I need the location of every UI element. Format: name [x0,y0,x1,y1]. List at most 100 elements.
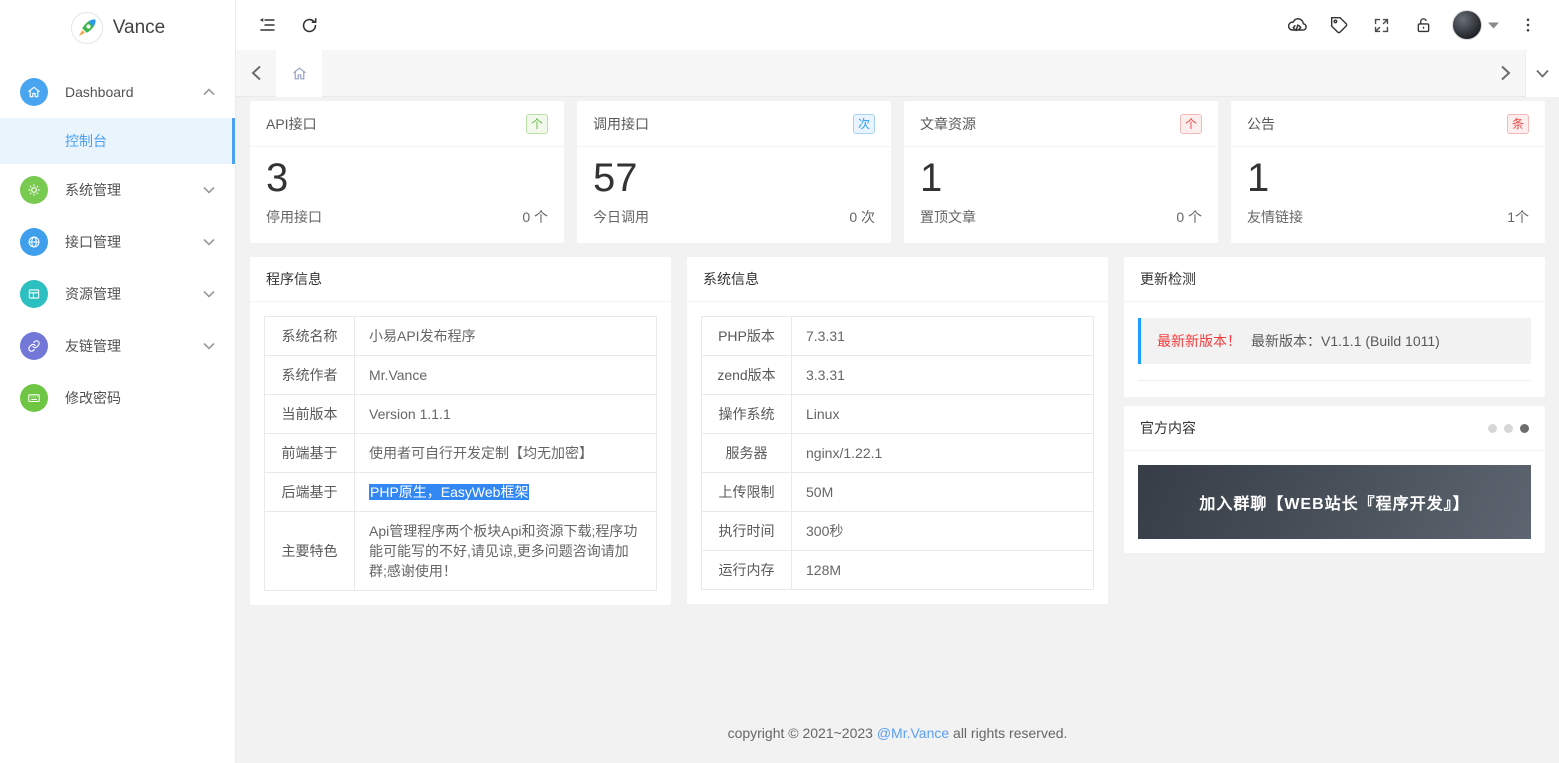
alert-highlight: 最新新版本！ [1157,333,1241,349]
stat-foot-value: 0 个 [522,209,548,225]
sidebar: Vance Dashboard 控制台 系统管理 接口管理 资源管理 友链管理 … [0,0,236,763]
table-row: 上传限制 50M [701,472,1094,512]
caret-down-icon [1488,22,1499,28]
main-area: API接口 个 3 停用接口 0 个 调用接口 次 57 今日调用 0 次 文章… [236,0,1559,763]
unit-badge: 条 [1506,113,1529,134]
fullscreen-icon[interactable] [1360,0,1402,50]
card-title: 系统信息 [687,257,1108,302]
unit-badge: 个 [525,113,548,134]
table-row: 运行内存 128M [701,550,1094,590]
carousel-dot-active[interactable] [1520,423,1529,433]
stat-card-articles: 文章资源 个 1 置顶文章 0 个 [904,101,1218,243]
sidebar-item-label: Dashboard [65,84,134,100]
card-title: 程序信息 [250,257,671,302]
system-info-table: PHP版本 7.3.31 zend版本 3.3.31 操作系统 Linux 服务器 ng… [701,316,1094,590]
carousel-dots [1488,423,1529,433]
table-row: PHP版本 7.3.31 [701,316,1094,356]
tabs-scroll-right-button[interactable] [1485,50,1525,97]
author-link[interactable]: @Mr.Vance [877,725,949,741]
app-logo[interactable]: Vance [0,0,235,56]
card-title: 官方内容 [1140,420,1196,436]
globe-icon [20,228,48,256]
stat-foot-label: 今日调用 [593,209,649,225]
table-row: 服务器 nginx/1.22.1 [701,433,1094,473]
chevron-up-icon [203,88,215,96]
promo-banner[interactable]: 加入群聊【WEB站长『程序开发』】 [1138,465,1531,539]
carousel-dot[interactable] [1488,423,1497,433]
tabs-scroll-left-button[interactable] [236,50,276,97]
sidebar-item-change-password[interactable]: 修改密码 [0,372,235,424]
table-row: 系统作者 Mr.Vance [264,355,657,395]
copyright-text: all rights reserved. [949,725,1068,741]
sidebar-item-label: 接口管理 [65,234,121,250]
sidebar-item-resource-management[interactable]: 资源管理 [0,268,235,320]
sidebar-item-dashboard[interactable]: Dashboard [0,66,235,118]
user-menu[interactable] [1444,10,1507,40]
more-vertical-icon[interactable] [1507,0,1549,50]
sidebar-nav: Dashboard 控制台 系统管理 接口管理 资源管理 友链管理 修改密码 [0,56,235,424]
info-cards-row: 程序信息 系统名称 小易API发布程序 系统作者 Mr.Vance 当前版本 Vers… [250,257,1545,605]
tab-bar [236,49,1559,97]
gear-icon [20,176,48,204]
stat-cards-row: API接口 个 3 停用接口 0 个 调用接口 次 57 今日调用 0 次 文章… [250,101,1545,243]
divider [1138,380,1531,381]
tabs-menu-button[interactable] [1525,49,1559,97]
tag-icon[interactable] [1318,0,1360,50]
right-column: 更新检测 最新新版本！ 最新版本：V1.1.1 (Build 1011) 官方内… [1124,257,1545,553]
stat-card-announcements: 公告 条 1 友情链接 1个 [1231,101,1545,243]
stat-title: 文章资源 [920,115,976,132]
app-title: Vance [112,17,166,38]
sidebar-item-friend-links[interactable]: 友链管理 [0,320,235,372]
sidebar-item-label: 系统管理 [65,182,121,198]
update-check-card: 更新检测 最新新版本！ 最新版本：V1.1.1 (Build 1011) [1124,257,1545,397]
table-row: zend版本 3.3.31 [701,355,1094,395]
program-info-card: 程序信息 系统名称 小易API发布程序 系统作者 Mr.Vance 当前版本 Vers… [250,257,671,605]
sidebar-item-system-management[interactable]: 系统管理 [0,164,235,216]
home-icon [20,78,48,106]
table-row: 主要特色 Api管理程序两个板块Api和资源下载;程序功能可能写的不好,请见谅,更… [264,511,657,591]
system-info-card: 系统信息 PHP版本 7.3.31 zend版本 3.3.31 操作系统 Linux … [687,257,1108,604]
table-row: 操作系统 Linux [701,394,1094,434]
copyright-footer: copyright © 2021~2023 @Mr.Vance all righ… [250,709,1545,763]
stat-foot-label: 置顶文章 [920,209,976,225]
collapse-sidebar-icon[interactable] [246,0,288,50]
stat-value: 57 [593,156,638,200]
sidebar-item-api-management[interactable]: 接口管理 [0,216,235,268]
copyright-text: copyright © 2021~2023 [727,725,877,741]
stat-foot-value: 1个 [1507,209,1529,225]
sidebar-subitem-label: 控制台 [65,133,107,149]
table-row: 前端基于 使用者可自行开发定制【均无加密】 [264,433,657,473]
stat-value: 1 [920,156,943,200]
cloud-code-icon[interactable] [1276,0,1318,50]
unit-badge: 个 [1179,113,1202,134]
table-row: 系统名称 小易API发布程序 [264,316,657,356]
sidebar-item-label: 友链管理 [65,338,121,354]
rocket-icon [70,11,104,45]
top-header [236,0,1559,50]
alert-text: 最新版本：V1.1.1 (Build 1011) [1251,333,1440,349]
program-info-table: 系统名称 小易API发布程序 系统作者 Mr.Vance 当前版本 Version 1… [264,316,657,591]
stat-foot-label: 友情链接 [1247,209,1303,225]
carousel-dot[interactable] [1504,423,1513,433]
stat-card-api: API接口 个 3 停用接口 0 个 [250,101,564,243]
avatar [1452,10,1482,40]
chevron-down-icon [203,186,215,194]
card-title: 更新检测 [1124,257,1545,302]
stat-title: API接口 [266,115,317,132]
refresh-icon[interactable] [288,0,330,50]
stat-foot-label: 停用接口 [266,209,322,225]
sidebar-item-label: 资源管理 [65,286,121,302]
stat-title: 调用接口 [593,115,649,132]
table-row: 后端基于 PHP原生，EasyWeb框架 [264,472,657,512]
table-row: 当前版本 Version 1.1.1 [264,394,657,434]
lock-icon[interactable] [1402,0,1444,50]
page-content: API接口 个 3 停用接口 0 个 调用接口 次 57 今日调用 0 次 文章… [236,97,1559,763]
chevron-down-icon [1536,69,1549,78]
stat-value: 1 [1247,156,1270,200]
chevron-down-icon [203,238,215,246]
tab-home[interactable] [276,49,322,97]
sidebar-subitem-console[interactable]: 控制台 [0,118,235,164]
table-icon [20,280,48,308]
official-content-card: 官方内容 加入群聊【WEB站长『程序开发』】 [1124,406,1545,553]
stat-card-calls: 调用接口 次 57 今日调用 0 次 [577,101,891,243]
